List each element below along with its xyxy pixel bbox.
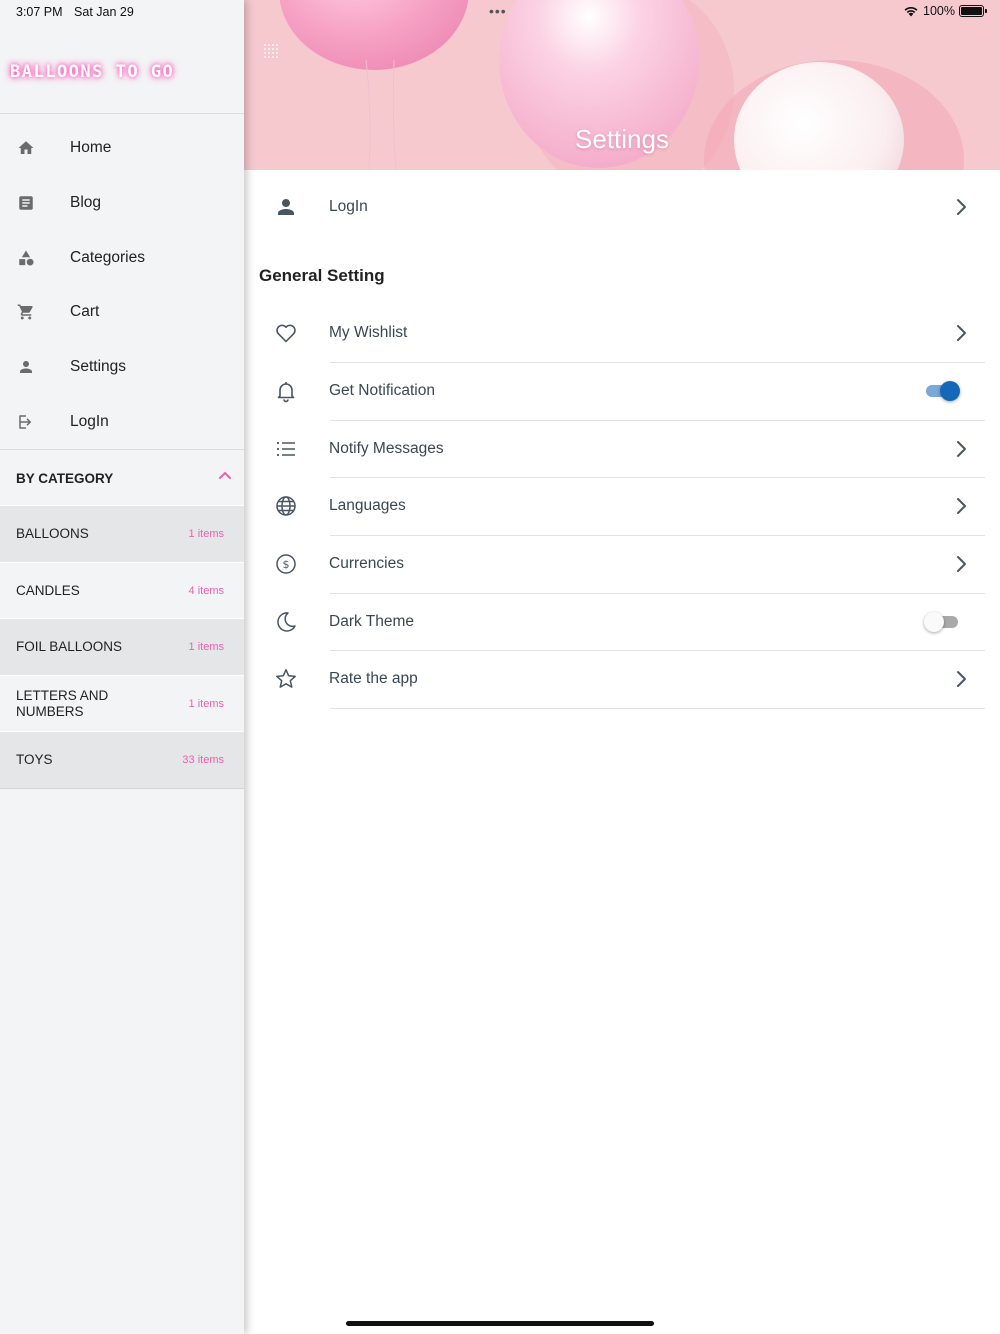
setting-label: Notify Messages (329, 439, 444, 457)
sidebar-divider (0, 788, 244, 789)
setting-languages[interactable]: Languages (244, 477, 1000, 534)
sidebar-item-label: Categories (70, 249, 145, 266)
multitasking-dots[interactable]: ••• (489, 3, 507, 19)
dollar-icon: $ (276, 553, 296, 574)
category-item-candles[interactable]: CANDLES 4 items (0, 562, 244, 619)
moon-icon (277, 611, 296, 632)
sidebar-item-cart[interactable]: Cart (0, 285, 244, 339)
category-name: LETTERS AND NUMBERS (16, 688, 109, 719)
setting-get-notification: Get Notification (244, 362, 1000, 419)
sidebar-item-label: Cart (70, 303, 100, 320)
dark-theme-toggle[interactable] (924, 611, 960, 633)
category-count: 33 items (182, 754, 224, 766)
sidebar-item-categories[interactable]: Categories (0, 231, 244, 285)
category-section-header[interactable]: BY CATEGORY (0, 450, 244, 506)
sidebar: BALLOONS TO GO Home Blog Categories Cart… (0, 0, 244, 1334)
chevron-up-icon (219, 471, 231, 479)
battery-icon (959, 5, 987, 17)
sidebar-item-label: Blog (70, 194, 102, 211)
home-indicator[interactable] (346, 1321, 654, 1326)
chevron-right-icon (957, 198, 966, 215)
battery-percent: 100% (923, 4, 955, 18)
chevron-right-icon (957, 497, 966, 514)
home-icon (16, 138, 36, 158)
svg-text:$: $ (283, 558, 290, 571)
category-item-foil-balloons[interactable]: FOIL BALLOONS 1 items (0, 618, 244, 675)
category-name: FOIL BALLOONS (16, 639, 123, 654)
sidebar-item-settings[interactable]: Settings (0, 340, 244, 394)
chevron-right-icon (957, 670, 966, 687)
setting-label: Rate the app (329, 669, 418, 687)
category-name: BALLOONS (16, 526, 89, 541)
status-time: 3:07 PM (16, 5, 63, 19)
shapes-icon (16, 248, 36, 268)
heart-icon (276, 324, 296, 342)
star-icon (276, 668, 296, 688)
sidebar-divider (0, 113, 244, 114)
globe-icon (276, 495, 296, 516)
sidebar-item-label: LogIn (70, 413, 109, 430)
category-header-label: BY CATEGORY (16, 470, 114, 486)
person-icon (16, 357, 36, 377)
category-item-toys[interactable]: TOYS 33 items (0, 731, 244, 788)
category-count: 1 items (188, 641, 224, 653)
sidebar-item-label: Home (70, 139, 112, 156)
setting-rate-the-app[interactable]: Rate the app (244, 650, 1000, 707)
status-bar-right: 100% (903, 4, 987, 18)
category-item-letters-and-numbers[interactable]: LETTERS AND NUMBERS 1 items (0, 675, 244, 732)
setting-label: My Wishlist (329, 323, 408, 341)
status-bar-left: 3:07 PM Sat Jan 29 (16, 5, 142, 19)
notification-toggle[interactable] (924, 380, 960, 402)
sidebar-item-login[interactable]: LogIn (0, 395, 244, 449)
brand-logo[interactable]: BALLOONS TO GO (10, 62, 174, 82)
chevron-right-icon (957, 440, 966, 457)
sidebar-item-label: Settings (70, 358, 127, 375)
category-count: 1 items (188, 528, 224, 540)
category-name: TOYS (16, 752, 53, 767)
setting-label: Currencies (329, 554, 404, 572)
chevron-right-icon (957, 324, 966, 341)
login-icon (16, 412, 36, 432)
setting-dark-theme: Dark Theme (244, 593, 1000, 650)
status-date: Sat Jan 29 (74, 5, 134, 19)
sidebar-item-blog[interactable]: Blog (0, 176, 244, 230)
category-count: 1 items (188, 698, 224, 710)
list-icon (276, 441, 295, 456)
row-divider (330, 708, 985, 709)
setting-currencies[interactable]: $ Currencies (244, 535, 1000, 592)
setting-label: Dark Theme (329, 612, 414, 630)
page-title: Settings (575, 124, 669, 154)
apps-grid-icon[interactable] (263, 43, 279, 59)
sidebar-item-home[interactable]: Home (0, 121, 244, 175)
article-icon (16, 193, 36, 213)
category-item-balloons[interactable]: BALLOONS 1 items (0, 505, 244, 562)
section-title: General Setting (259, 266, 385, 285)
setting-notify-messages[interactable]: Notify Messages (244, 420, 1000, 477)
login-label: LogIn (329, 197, 368, 215)
setting-label: Get Notification (329, 381, 435, 399)
cart-icon (16, 302, 36, 322)
login-row[interactable]: LogIn (244, 178, 1000, 235)
category-count: 4 items (188, 585, 224, 597)
wifi-icon (904, 6, 918, 17)
setting-label: Languages (329, 496, 406, 514)
person-icon (278, 198, 294, 215)
category-name: CANDLES (16, 583, 80, 598)
setting-my-wishlist[interactable]: My Wishlist (244, 304, 1000, 361)
bell-icon (277, 381, 295, 402)
chevron-right-icon (957, 555, 966, 572)
settings-header-banner: Settings (244, 0, 1000, 170)
